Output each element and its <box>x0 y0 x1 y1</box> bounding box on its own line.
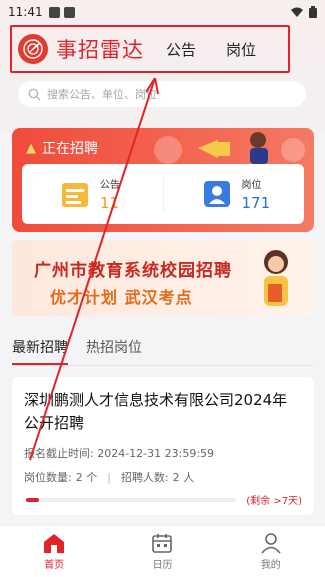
tab-hot-positions[interactable]: 热招岗位 <box>86 337 142 357</box>
progress-track <box>26 497 236 502</box>
separator: | <box>107 470 111 484</box>
search-icon <box>28 88 41 100</box>
stat-label: 公告 <box>100 180 120 191</box>
job-title: 深圳鹏测人才信息技术有限公司2024年公开招聘 <box>24 391 288 432</box>
radar-logo-icon <box>23 39 43 59</box>
hiring-title-text: 正在招聘 <box>42 141 98 157</box>
banner-illustration <box>264 250 288 306</box>
profile-icon <box>261 533 281 554</box>
announcement-icon <box>62 183 88 207</box>
notification-icon <box>63 6 75 18</box>
nav-calendar-label: 日历 <box>152 560 173 571</box>
app-bar: 事招雷达 公告 岗位 <box>10 25 290 73</box>
hires-value: 2 人 <box>172 471 195 484</box>
deadline-progress: (剩余 >7天) <box>26 492 302 507</box>
content-tabs: 最新招聘 热招岗位 <box>12 337 160 365</box>
deadline-label: 报名截止时间: <box>24 447 94 460</box>
search-bar[interactable]: 搜索公告、单位、岗位 <box>18 81 306 107</box>
brand-logo <box>18 34 48 64</box>
promo-banner[interactable]: 广州市教育系统校园招聘 优才计划 武汉考点 <box>12 240 314 316</box>
hires-label: 招聘人数: <box>120 471 169 484</box>
nav-home[interactable]: 首页 <box>0 526 108 577</box>
stat-announcements[interactable]: 公告 11 <box>22 176 163 212</box>
deadline-value: 2024-12-31 23:59:59 <box>97 447 215 460</box>
nav-calendar[interactable]: 日历 <box>108 526 216 577</box>
progress-fill <box>26 497 39 502</box>
banner-line2: 优才计划 武汉考点 <box>50 288 193 307</box>
nav-tab-positions[interactable]: 岗位 <box>226 39 256 60</box>
stat-value: 11 <box>100 194 120 212</box>
tab-latest[interactable]: 最新招聘 <box>12 337 68 365</box>
job-counts: 岗位数量: 2 个 | 招聘人数: 2 人 <box>24 469 302 485</box>
tab-divider <box>12 365 314 366</box>
calendar-icon <box>152 534 173 553</box>
positions-value: 2 个 <box>75 471 98 484</box>
battery-icon <box>309 6 317 18</box>
nav-profile[interactable]: 我的 <box>217 526 325 577</box>
remaining-time: (剩余 >7天) <box>246 496 302 507</box>
flame-icon: ▲ <box>26 140 36 156</box>
job-deadline: 报名截止时间: 2024-12-31 23:59:59 <box>24 445 302 461</box>
home-icon <box>44 534 65 553</box>
stat-positions[interactable]: 岗位 171 <box>164 176 305 212</box>
notification-icon <box>48 6 60 18</box>
hiring-illustration <box>154 132 305 164</box>
stat-label: 岗位 <box>241 180 262 191</box>
stat-value: 171 <box>241 194 271 212</box>
brand-name: 事招雷达 <box>56 38 144 62</box>
hiring-card: ▲ 正在招聘 公告 11 岗位 171 <box>12 128 314 232</box>
hiring-title: ▲ 正在招聘 <box>26 138 98 158</box>
search-placeholder: 搜索公告、单位、岗位 <box>47 88 157 101</box>
wifi-icon <box>291 7 303 17</box>
nav-home-label: 首页 <box>44 560 65 571</box>
nav-profile-label: 我的 <box>260 560 281 571</box>
position-icon <box>203 181 230 207</box>
nav-tab-announcements[interactable]: 公告 <box>166 39 196 60</box>
hiring-stats: 公告 11 岗位 171 <box>22 164 304 224</box>
positions-label: 岗位数量: <box>24 471 72 484</box>
status-time: 11:41 <box>8 5 43 19</box>
status-bar: 11:41 <box>0 0 325 24</box>
banner-line1: 广州市教育系统校园招聘 <box>34 261 232 281</box>
job-card[interactable]: 深圳鹏测人才信息技术有限公司2024年公开招聘 报名截止时间: 2024-12-… <box>12 377 314 515</box>
bottom-nav: 首页 日历 我的 <box>0 525 325 577</box>
